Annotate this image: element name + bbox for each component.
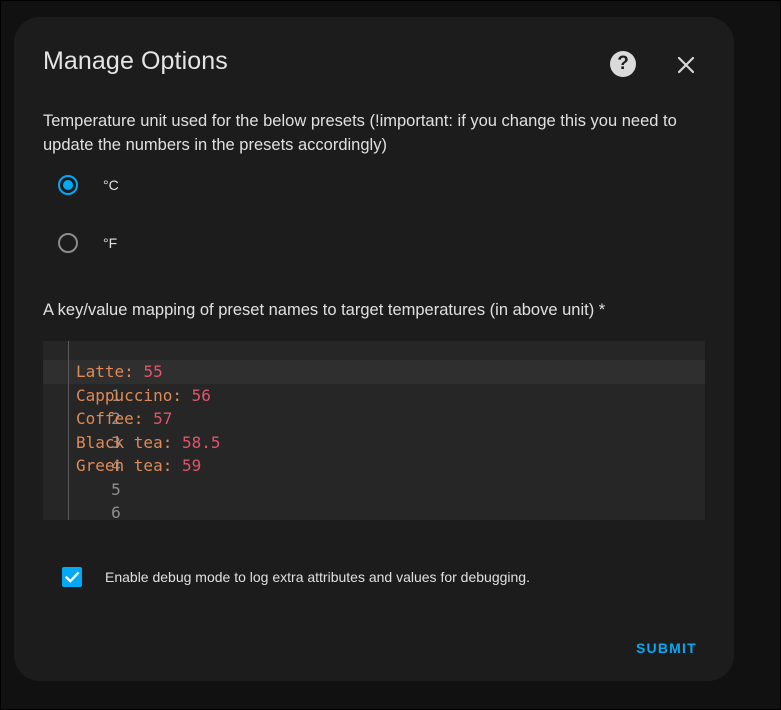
radio-button-fahrenheit[interactable] bbox=[58, 233, 78, 253]
radio-option-celsius[interactable]: °C bbox=[58, 171, 119, 199]
checkmark-icon bbox=[64, 571, 80, 583]
temperature-unit-description: Temperature unit used for the below pres… bbox=[43, 112, 677, 154]
radio-button-celsius[interactable] bbox=[58, 175, 78, 195]
preset-value: 57 bbox=[153, 409, 173, 428]
submit-button[interactable]: SUBMIT bbox=[636, 640, 697, 656]
preset-value: 59 bbox=[181, 456, 202, 475]
radio-option-fahrenheit[interactable]: °F bbox=[58, 229, 117, 257]
preset-key: Black tea bbox=[76, 432, 163, 452]
radio-dot bbox=[63, 180, 73, 190]
code-line: 5 Green tea: 59 bbox=[43, 454, 201, 499]
debug-mode-label: Enable debug mode to log extra attribute… bbox=[105, 569, 530, 585]
dialog-title: Manage Options bbox=[43, 47, 228, 75]
manage-options-dialog: Manage Options ? Temperature unit used f… bbox=[14, 17, 734, 681]
preset-value: 55 bbox=[143, 362, 163, 381]
preset-value: 58.5 bbox=[181, 432, 221, 452]
preset-key: Coffee bbox=[76, 409, 134, 428]
preset-code-editor[interactable]: 1 Latte: 55 2 Cappuccino: 56 3 Coffee: 5… bbox=[43, 341, 705, 522]
preset-value: 56 bbox=[191, 385, 211, 405]
preset-key: Latte bbox=[76, 362, 125, 381]
close-icon[interactable] bbox=[674, 53, 698, 77]
help-icon[interactable]: ? bbox=[610, 51, 636, 77]
radio-label-fahrenheit: °F bbox=[103, 235, 118, 251]
line-number: 6 bbox=[111, 503, 121, 522]
code-line: 2 Cappuccino: 56 bbox=[43, 384, 211, 429]
radio-label-celsius: °C bbox=[103, 177, 119, 193]
code-line: 3 Coffee: 57 bbox=[43, 407, 172, 452]
close-icon-glyph bbox=[677, 56, 695, 74]
preset-key: Cappuccino bbox=[76, 385, 173, 405]
code-line: 6 bbox=[43, 478, 121, 522]
code-line: 1 Latte: 55 bbox=[43, 360, 163, 405]
code-line: 4 Black tea: 58.5 bbox=[43, 431, 221, 476]
mapping-field-label: A key/value mapping of preset names to t… bbox=[43, 301, 606, 319]
preset-key: Green tea bbox=[76, 456, 163, 475]
debug-mode-checkbox[interactable] bbox=[62, 567, 82, 587]
